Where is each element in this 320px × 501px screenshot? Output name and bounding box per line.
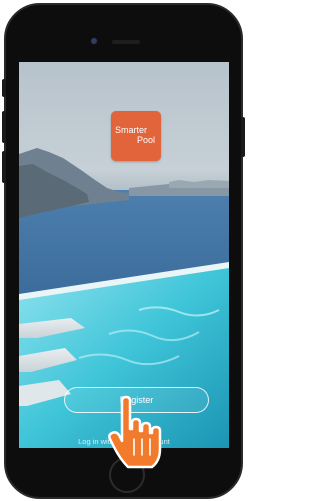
front-camera	[91, 38, 97, 44]
app-screen: Smarter Pool Register Log in with existi…	[19, 62, 229, 448]
volume-down-button	[2, 151, 6, 183]
logo-text-smarter: Smarter	[115, 125, 148, 135]
smarter-pool-logo: Smarter Pool	[111, 111, 161, 161]
earpiece-speaker	[112, 40, 140, 44]
mute-switch	[2, 79, 6, 97]
hand-pointer-icon	[108, 395, 162, 469]
volume-up-button	[2, 111, 6, 143]
logo-text-pool: Pool	[136, 135, 155, 145]
power-button	[241, 117, 245, 157]
